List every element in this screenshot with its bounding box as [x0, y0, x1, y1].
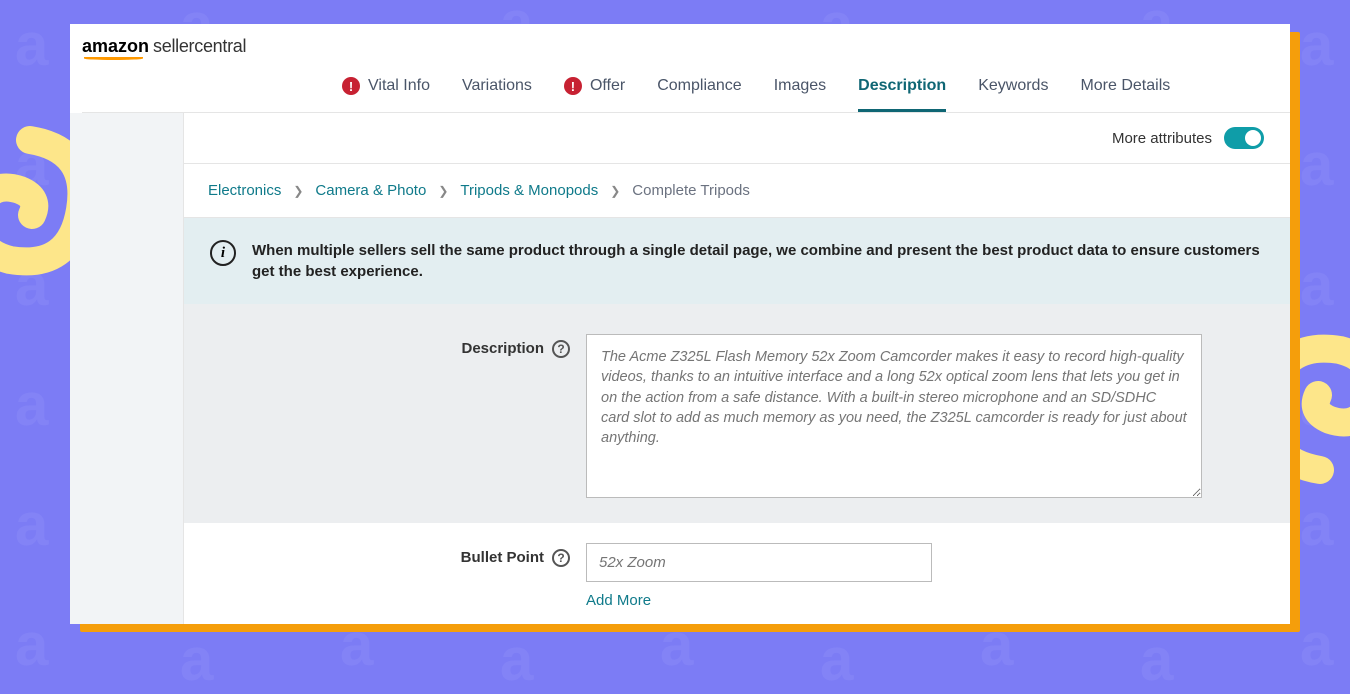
tab-label: Compliance: [657, 77, 741, 95]
more-attributes-label: More attributes: [1112, 130, 1212, 147]
breadcrumb: Electronics ❯ Camera & Photo ❯ Tripods &…: [184, 164, 1290, 218]
help-icon[interactable]: ?: [552, 549, 570, 567]
tab-keywords[interactable]: Keywords: [978, 65, 1048, 112]
add-more-link[interactable]: Add More: [586, 592, 651, 609]
info-banner: i When multiple sellers sell the same pr…: [184, 218, 1290, 304]
bullet-form-area: Bullet Point ? Add More: [184, 523, 1290, 624]
seller-central-panel: amazon sellercentral ! Vital Info Variat…: [70, 24, 1290, 624]
description-label-text: Description: [461, 340, 544, 357]
help-icon[interactable]: ?: [552, 340, 570, 358]
description-input-wrap: [586, 334, 1202, 503]
tab-more-details[interactable]: More Details: [1080, 65, 1170, 112]
tab-description[interactable]: Description: [858, 65, 946, 112]
tabs: ! Vital Info Variations ! Offer Complian…: [82, 65, 1290, 113]
chevron-right-icon: ❯: [610, 184, 620, 198]
tab-variations[interactable]: Variations: [462, 65, 532, 112]
tab-label: Variations: [462, 77, 532, 95]
tab-images[interactable]: Images: [774, 65, 826, 112]
alert-icon: !: [342, 77, 360, 95]
more-attributes-row: More attributes: [184, 113, 1290, 164]
description-label: Description ?: [210, 334, 570, 503]
more-attributes-toggle[interactable]: [1224, 127, 1264, 149]
breadcrumb-item[interactable]: Tripods & Monopods: [460, 182, 598, 199]
tab-label: Offer: [590, 77, 625, 95]
bullet-input-wrap: Add More: [586, 543, 1202, 610]
alert-icon: !: [564, 77, 582, 95]
logo-amazon: amazon: [82, 36, 149, 57]
chevron-right-icon: ❯: [293, 184, 303, 198]
main-area: More attributes Electronics ❯ Camera & P…: [184, 113, 1290, 624]
content: More attributes Electronics ❯ Camera & P…: [70, 113, 1290, 624]
bullet-input[interactable]: [586, 543, 932, 582]
left-sidebar: [70, 113, 184, 624]
tab-label: Images: [774, 77, 826, 95]
info-icon: i: [210, 240, 236, 266]
description-row: Description ?: [210, 334, 1264, 503]
tab-label: Description: [858, 77, 946, 95]
tab-label: Keywords: [978, 77, 1048, 95]
tab-vital-info[interactable]: ! Vital Info: [342, 65, 430, 112]
header: amazon sellercentral ! Vital Info Variat…: [70, 24, 1290, 113]
bullet-label: Bullet Point ?: [210, 543, 570, 610]
info-banner-text: When multiple sellers sell the same prod…: [252, 240, 1264, 282]
breadcrumb-current: Complete Tripods: [632, 182, 750, 199]
breadcrumb-item[interactable]: Electronics: [208, 182, 281, 199]
logo-sellercentral: sellercentral: [153, 36, 246, 57]
bullet-label-text: Bullet Point: [461, 549, 544, 566]
description-form-area: Description ?: [184, 304, 1290, 523]
bullet-row: Bullet Point ? Add More: [210, 543, 1264, 610]
breadcrumb-item[interactable]: Camera & Photo: [315, 182, 426, 199]
description-textarea[interactable]: [586, 334, 1202, 498]
tab-compliance[interactable]: Compliance: [657, 65, 741, 112]
chevron-right-icon: ❯: [438, 184, 448, 198]
tab-label: Vital Info: [368, 77, 430, 95]
tab-label: More Details: [1080, 77, 1170, 95]
logo: amazon sellercentral: [82, 36, 1290, 57]
tab-offer[interactable]: ! Offer: [564, 65, 625, 112]
